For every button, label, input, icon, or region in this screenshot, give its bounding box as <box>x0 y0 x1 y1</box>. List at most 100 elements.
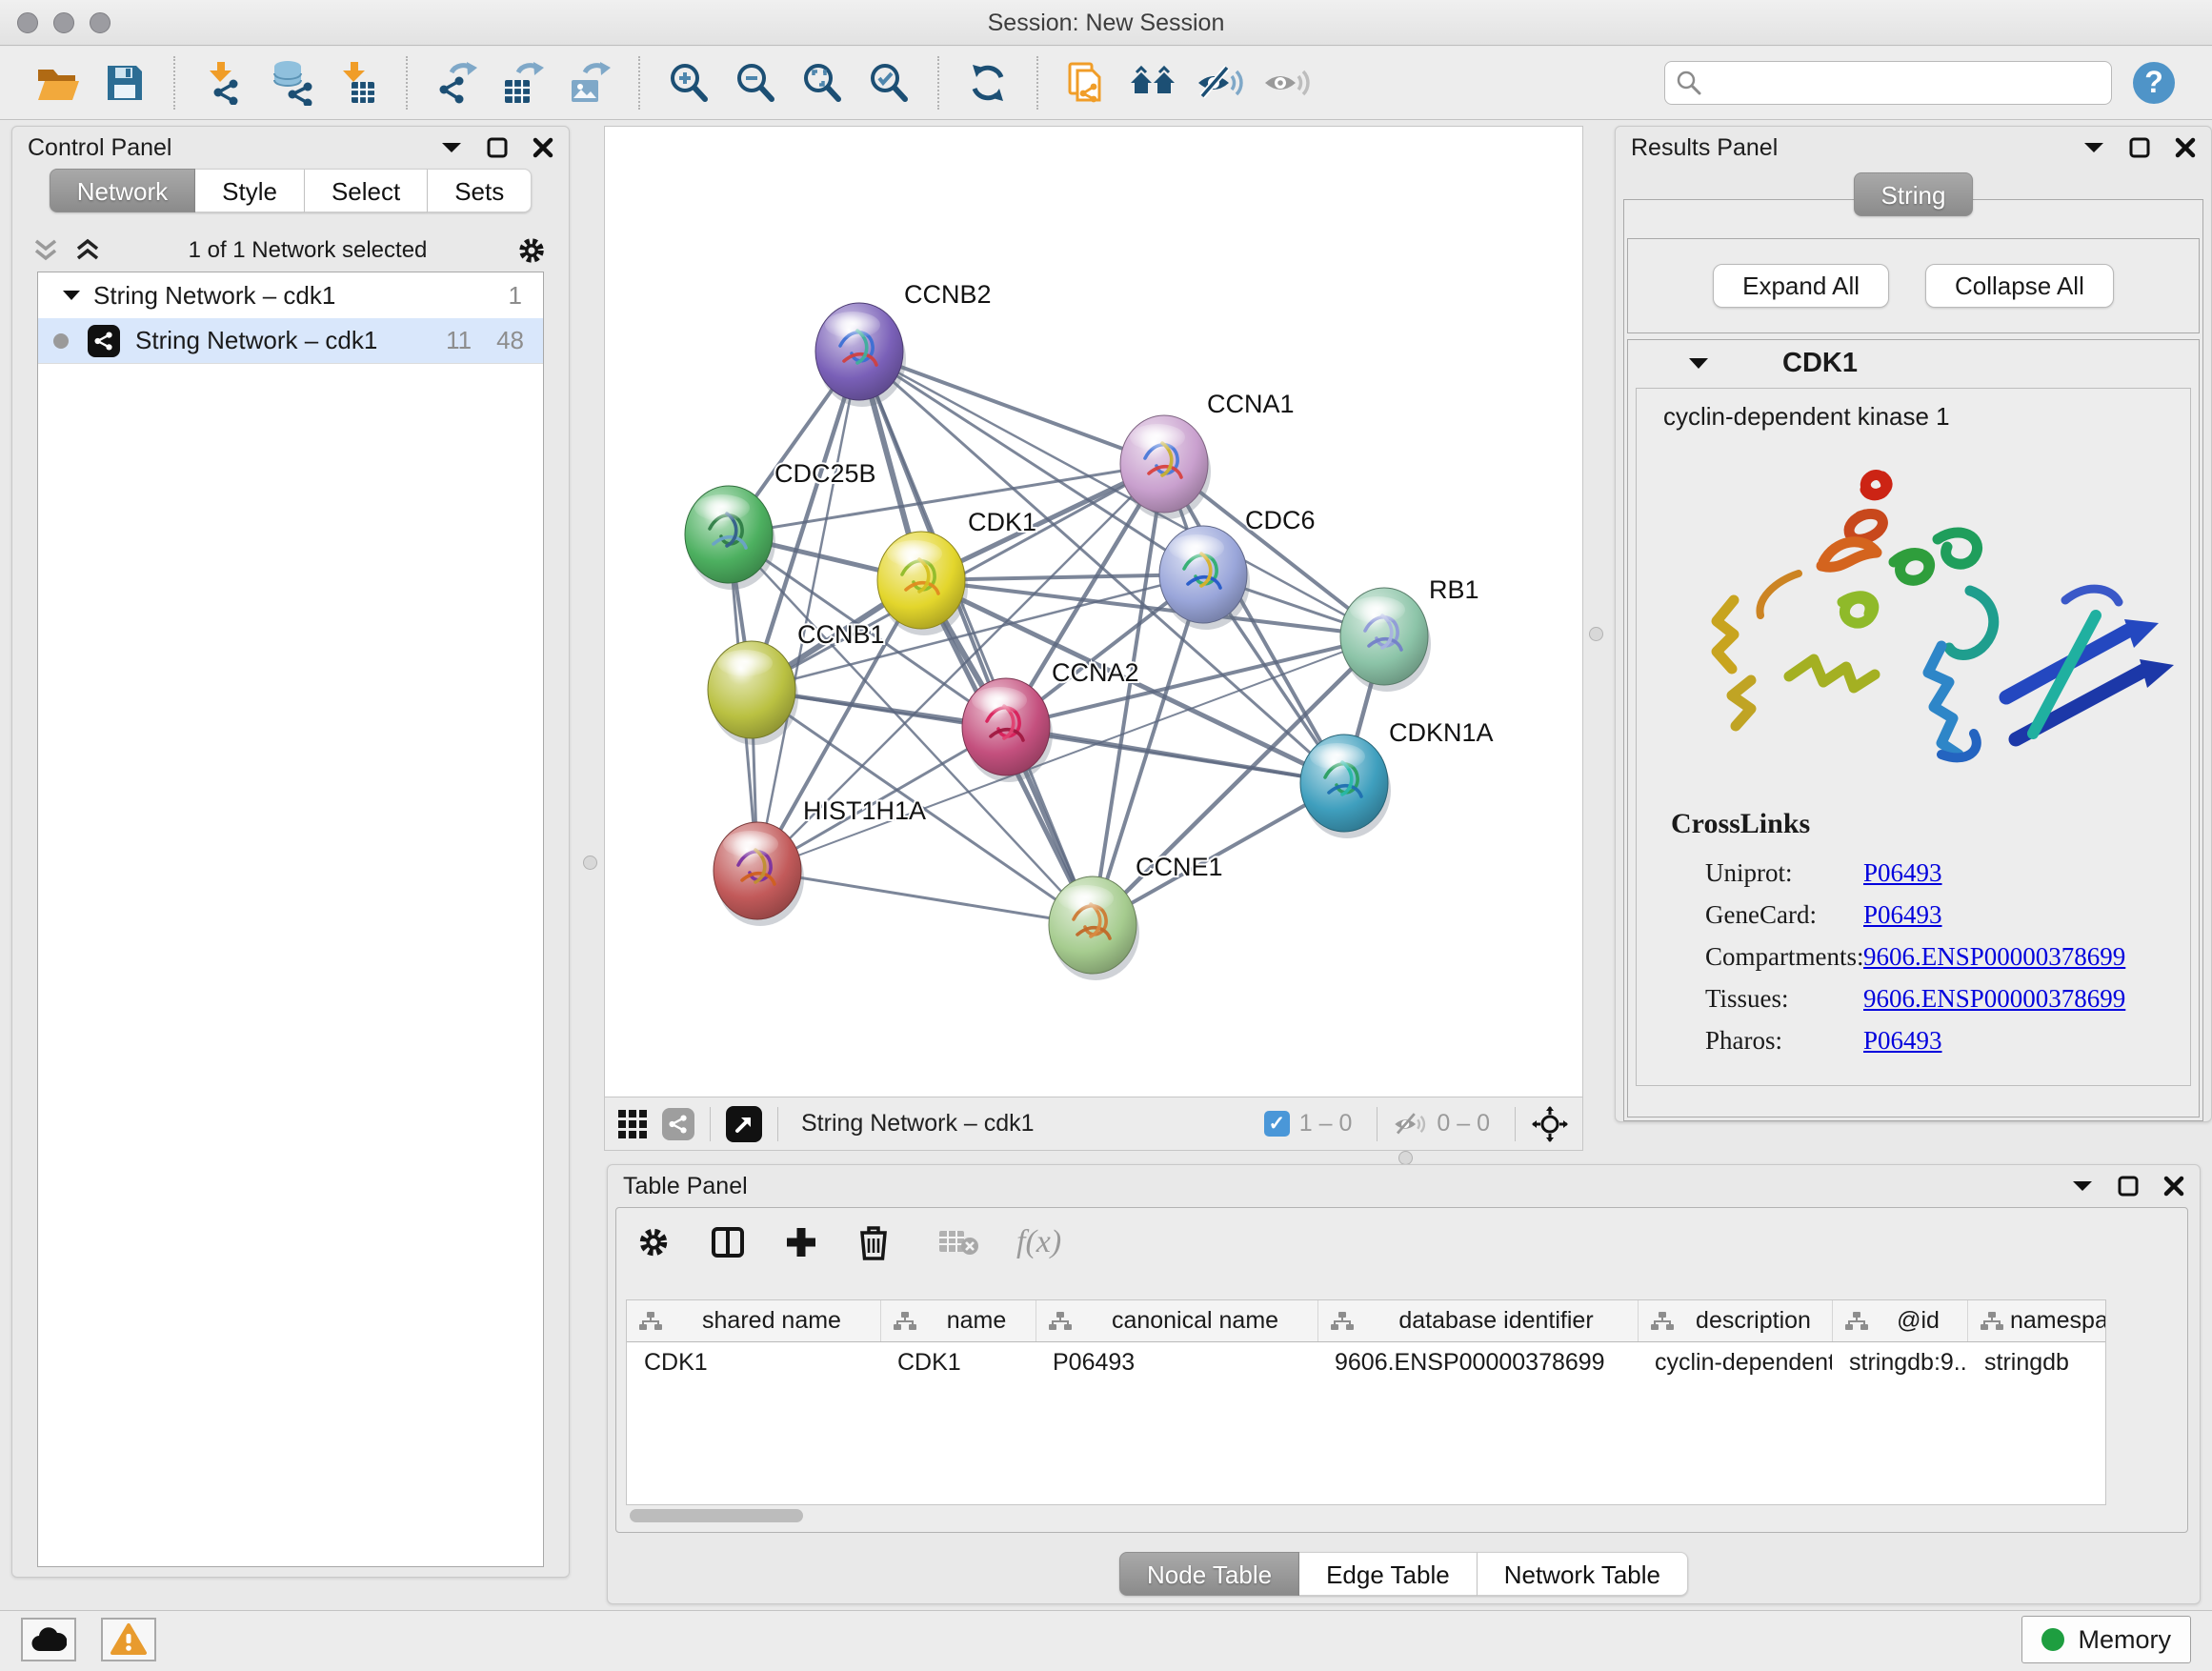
horizontal-splitter-handle[interactable] <box>1398 1151 1413 1165</box>
zoom-fit-button[interactable] <box>797 58 847 108</box>
network-edge[interactable] <box>757 352 859 871</box>
gene-entry-header[interactable]: CDK1 <box>1628 340 2199 386</box>
network-node-CCNB2[interactable]: CCNB2 <box>815 280 992 407</box>
tab-sets[interactable]: Sets <box>428 169 532 212</box>
network-node-CDKN1A[interactable]: CDKN1A <box>1300 718 1494 838</box>
show-columns-icon[interactable] <box>710 1224 746 1260</box>
expand-all-button[interactable]: Expand All <box>1713 264 1889 308</box>
search-input[interactable] <box>1664 61 2112 105</box>
open-session-button[interactable] <box>33 58 83 108</box>
table-cell[interactable]: stringdb:9... <box>1832 1342 1967 1382</box>
selected-checkbox-icon[interactable] <box>1264 1111 1290 1137</box>
panel-float-icon[interactable] <box>2118 1176 2139 1197</box>
network-node-RB1[interactable]: RB1 <box>1340 575 1479 692</box>
tab-style[interactable]: Style <box>195 169 305 212</box>
control-panel-title: Control Panel <box>28 134 171 162</box>
network-view-icon[interactable] <box>662 1108 694 1140</box>
tab-string[interactable]: String <box>1854 172 1974 216</box>
network-options-gear-icon[interactable] <box>515 234 548 267</box>
export-table-button[interactable] <box>498 58 548 108</box>
vertical-splitter-handle[interactable] <box>583 856 597 870</box>
show-all-button[interactable] <box>1262 58 1312 108</box>
first-neighbors-button[interactable] <box>1129 58 1178 108</box>
panel-collapse-icon[interactable] <box>2083 141 2104 154</box>
table-settings-gear-icon[interactable] <box>635 1224 672 1260</box>
import-table-button[interactable] <box>332 58 382 108</box>
cloud-status-button[interactable] <box>21 1618 76 1661</box>
column-header-shared-name[interactable]: shared name <box>627 1300 880 1341</box>
network-edge[interactable] <box>757 871 1093 925</box>
crosslink-link[interactable]: 9606.ENSP00000378699 <box>1863 942 2125 972</box>
network-node-CDC6[interactable]: CDC6 <box>1159 506 1316 630</box>
panel-collapse-icon[interactable] <box>441 141 462 154</box>
tab-network[interactable]: Network <box>50 169 195 212</box>
table-cell[interactable]: 9606.ENSP00000378699 <box>1317 1342 1638 1382</box>
column-header-namespace[interactable]: namespac <box>1967 1300 2105 1341</box>
gene-entry: CDK1 cyclin-dependent kinase 1 <box>1627 339 2200 1117</box>
network-edge[interactable] <box>1006 727 1344 783</box>
table-cell[interactable]: CDK1 <box>627 1342 880 1382</box>
panel-close-icon[interactable] <box>533 137 553 158</box>
tab-edge-table[interactable]: Edge Table <box>1299 1552 1478 1596</box>
zoom-out-button[interactable] <box>731 58 780 108</box>
panel-close-icon[interactable] <box>2163 1176 2184 1197</box>
pan-crosshair-icon[interactable] <box>1531 1105 1569 1143</box>
vertical-splitter-handle[interactable] <box>1589 627 1603 641</box>
panel-collapse-icon[interactable] <box>2072 1179 2093 1193</box>
network-node-CCNB1[interactable]: CCNB1 <box>708 620 885 745</box>
node-label: CCNB1 <box>797 620 885 649</box>
tab-network-table[interactable]: Network Table <box>1478 1552 1688 1596</box>
grid-view-icon[interactable] <box>618 1110 647 1138</box>
delete-column-trash-icon[interactable] <box>856 1223 891 1261</box>
crosslink-link[interactable]: 9606.ENSP00000378699 <box>1863 984 2125 1014</box>
tab-select[interactable]: Select <box>305 169 428 212</box>
save-session-button[interactable] <box>100 58 150 108</box>
add-column-icon[interactable] <box>784 1225 818 1259</box>
tab-node-table[interactable]: Node Table <box>1119 1552 1299 1596</box>
network-node-CCNA2[interactable]: CCNA2 <box>962 658 1139 782</box>
table-cell[interactable]: cyclin-dependent ... <box>1638 1342 1832 1382</box>
export-network-button[interactable] <box>432 58 481 108</box>
network-collection-row[interactable]: String Network – cdk1 1 <box>38 272 543 318</box>
new-network-from-selection-button[interactable] <box>1062 58 1112 108</box>
collapse-all-networks-icon[interactable] <box>33 238 58 263</box>
column-header-canonical-name[interactable]: canonical name <box>1036 1300 1317 1341</box>
network-node-CCNE1[interactable]: CCNE1 <box>1049 853 1223 980</box>
panel-float-icon[interactable] <box>487 137 508 158</box>
birdseye-view-icon[interactable] <box>726 1106 762 1142</box>
import-network-database-button[interactable] <box>266 58 315 108</box>
panel-float-icon[interactable] <box>2129 137 2150 158</box>
horizontal-scrollbar[interactable] <box>630 1509 803 1522</box>
main-toolbar: ? <box>0 47 2212 120</box>
network-node-HIST1H1A[interactable]: HIST1H1A <box>714 796 926 926</box>
zoom-selected-button[interactable] <box>864 58 914 108</box>
network-row[interactable]: String Network – cdk1 11 48 <box>38 318 543 364</box>
network-status-bar: String Network – cdk1 1 – 0 0 – 0 <box>605 1097 1582 1150</box>
memory-button[interactable]: Memory <box>2021 1616 2191 1663</box>
column-header-database-identifier[interactable]: database identifier <box>1317 1300 1638 1341</box>
table-row[interactable]: CDK1CDK1P064939606.ENSP00000378699cyclin… <box>627 1342 2105 1382</box>
apply-layout-button[interactable] <box>963 58 1013 108</box>
crosslink-link[interactable]: P06493 <box>1863 858 1942 888</box>
hide-selected-button[interactable] <box>1196 58 1245 108</box>
network-canvas[interactable]: CCNB2CCNA1CDC25BCDK1CDC6RB1CCNB1CCNA2CDK… <box>605 127 1582 1097</box>
column-header-@id[interactable]: @id <box>1832 1300 1967 1341</box>
column-header-name[interactable]: name <box>880 1300 1036 1341</box>
tree-expand-icon[interactable] <box>63 290 80 301</box>
import-network-file-button[interactable] <box>199 58 249 108</box>
help-button[interactable]: ? <box>2129 58 2179 108</box>
warning-status-button[interactable] <box>101 1618 156 1661</box>
panel-close-icon[interactable] <box>2175 137 2196 158</box>
entry-expand-icon[interactable] <box>1689 357 1708 370</box>
table-cell[interactable]: P06493 <box>1036 1342 1317 1382</box>
table-cell[interactable]: stringdb <box>1967 1342 2105 1382</box>
crosslink-link[interactable]: P06493 <box>1863 1026 1942 1056</box>
collection-count: 1 <box>509 281 522 311</box>
collapse-all-button[interactable]: Collapse All <box>1925 264 2114 308</box>
column-header-description[interactable]: description <box>1638 1300 1832 1341</box>
crosslink-link[interactable]: P06493 <box>1863 900 1942 930</box>
export-image-button[interactable] <box>565 58 614 108</box>
expand-all-networks-icon[interactable] <box>75 238 100 263</box>
zoom-in-button[interactable] <box>664 58 714 108</box>
table-cell[interactable]: CDK1 <box>880 1342 1036 1382</box>
